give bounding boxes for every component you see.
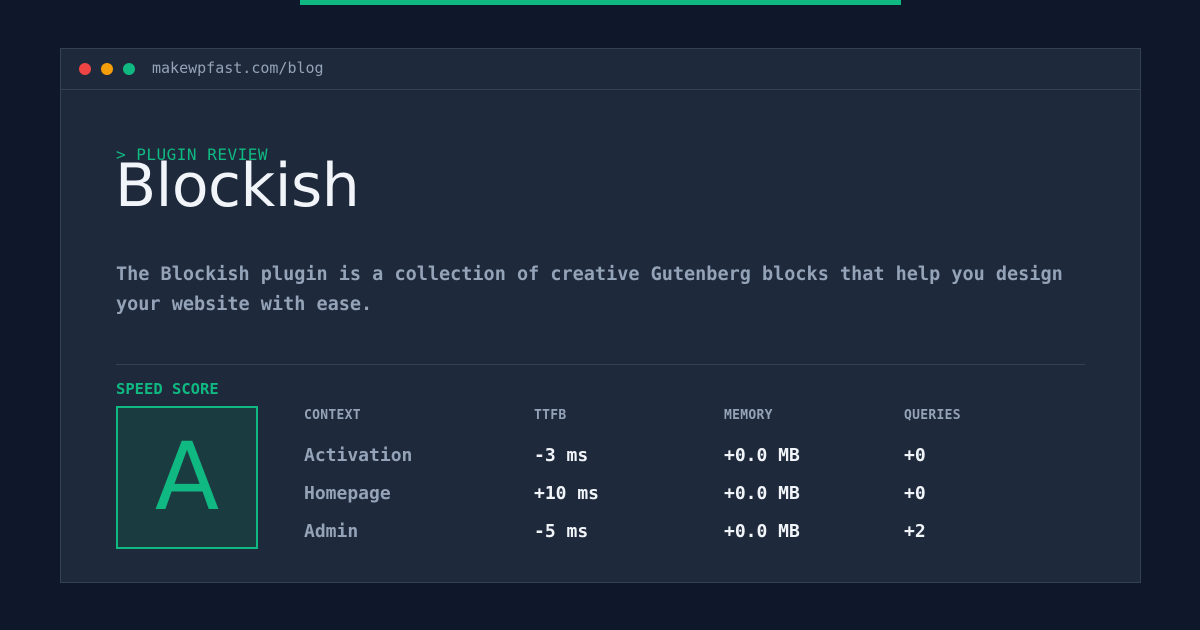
row-context-cell: Admin [304,521,359,542]
page-title: Blockish [115,151,360,221]
row-queries-cell: +0 [904,483,926,504]
row-memory-cell: +0.0 MB [724,483,800,504]
row-ttfb-cell: -5 ms [534,521,589,542]
speed-score-label: SPEED SCORE [116,380,219,398]
window-titlebar: makewpfast.com/blog [61,49,1140,90]
row-ttfb-cell: +10 ms [534,483,600,504]
close-window-dot-icon[interactable] [79,63,91,75]
column-header-ttfb: TTFB [534,408,567,423]
url-text: makewpfast.com/blog [152,59,324,77]
browser-window: makewpfast.com/blog > PLUGIN REVIEW Bloc… [60,48,1141,583]
row-memory-cell: +0.0 MB [724,445,800,466]
minimize-window-dot-icon[interactable] [101,63,113,75]
speed-score-badge: A [116,406,258,549]
row-ttfb-cell: -3 ms [534,445,589,466]
row-queries-cell: +2 [904,521,926,542]
top-accent-bar [300,0,901,5]
column-header-queries: QUERIES [904,408,961,423]
row-context-cell: Activation [304,445,413,466]
section-divider [116,364,1085,365]
speed-score-grade: A [154,423,220,532]
plugin-description: The Blockish plugin is a collection of c… [116,264,1063,315]
row-queries-cell: +0 [904,445,926,466]
row-context-cell: Homepage [304,483,391,504]
row-memory-cell: +0.0 MB [724,521,800,542]
column-header-context: CONTEXT [304,408,361,423]
maximize-window-dot-icon[interactable] [123,63,135,75]
column-header-memory: MEMORY [724,408,773,423]
